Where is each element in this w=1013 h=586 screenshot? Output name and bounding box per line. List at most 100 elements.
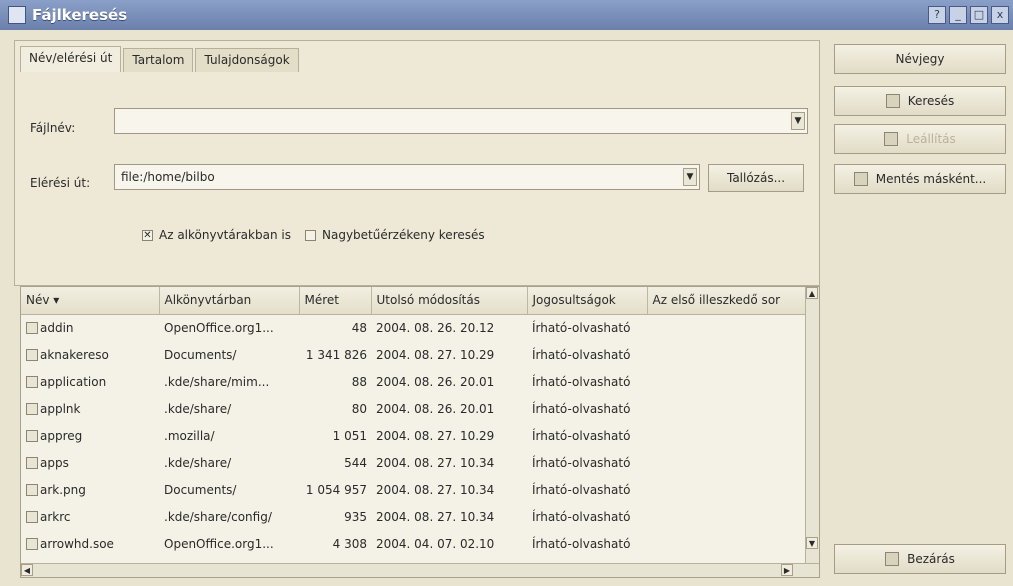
cell-name: application (21, 368, 159, 395)
cell-modified: 2004. 08. 26. 20.01 (376, 374, 495, 389)
cell-subdir: OpenOffice.org1... (164, 536, 274, 551)
tab-name-path[interactable]: Név/elérési út (20, 46, 122, 72)
table-row[interactable]: aknakereso Documents/1 341 826 2004. 08. 2… (21, 341, 807, 368)
cell-permissions: Írható-olvasható (532, 482, 631, 497)
close-icon (885, 552, 900, 566)
column-header-modified[interactable]: Utolsó módosítás (371, 287, 528, 315)
file-icon (26, 537, 38, 550)
file-icon (26, 429, 38, 442)
stop-button: Leállítás (834, 124, 1006, 154)
cell-name: arrowhd.soe (21, 530, 159, 557)
save-as-label: Mentés másként... (875, 172, 987, 186)
results-table[interactable]: Név ▾ Alkönyvtárban Méret Utolsó módosít… (20, 286, 820, 578)
sort-arrow-icon: ▾ (53, 293, 60, 308)
column-header-permissions[interactable]: Jogosultságok (527, 287, 648, 315)
filename-input[interactable]: ▼ (114, 108, 808, 134)
scroll-right-icon[interactable]: ▶ (781, 564, 793, 576)
search-button[interactable]: Keresés (834, 86, 1006, 116)
cell-size: 48 (351, 320, 367, 335)
browse-button[interactable]: Tallózás... (708, 164, 804, 192)
filename-label: Fájlnév: (30, 121, 76, 135)
subdirs-checkbox[interactable]: ✕ Az alkönyvtárakban is (142, 228, 291, 242)
file-icon (26, 483, 38, 496)
column-header-first-match[interactable]: Az első illeszkedő sor (647, 287, 808, 315)
file-icon (26, 321, 38, 334)
case-sensitive-checkbox[interactable]: Nagybetűérzékeny keresés (305, 228, 485, 242)
scroll-up-icon[interactable]: ▲ (806, 287, 818, 299)
cell-subdir: .kde/share/ (164, 455, 232, 470)
path-label: Elérési út: (30, 176, 91, 190)
table-row[interactable]: ark.png Documents/1 054 957 2004. 08. 27. … (21, 476, 807, 503)
chevron-down-icon[interactable]: ▼ (791, 112, 805, 130)
cell-permissions: Írható-olvasható (532, 428, 631, 443)
app-icon (8, 6, 26, 24)
close-label: Bezárás (907, 552, 955, 566)
cell-permissions: Írható-olvasható (532, 347, 631, 362)
cell-modified: 2004. 08. 27. 10.29 (376, 428, 495, 443)
cell-subdir: .kde/share/config/ (164, 509, 272, 524)
cell-modified: 2004. 08. 26. 20.01 (376, 401, 495, 416)
cell-size: 1 054 957 (305, 482, 367, 497)
cell-size: 544 (344, 455, 367, 470)
table-row[interactable]: arkrc .kde/share/config/935 2004. 08. 27. … (21, 503, 807, 530)
about-button[interactable]: Névjegy (834, 44, 1006, 74)
save-icon (853, 172, 868, 186)
path-input[interactable]: file:/home/bilbo ▼ (114, 164, 700, 190)
maximize-button[interactable]: □ (970, 6, 988, 24)
table-row[interactable]: apps .kde/share/544 2004. 08. 27. 10.34 Írh… (21, 449, 807, 476)
cell-modified: 2004. 08. 27. 10.34 (376, 509, 495, 524)
save-as-button[interactable]: Mentés másként... (834, 164, 1006, 194)
cell-name: aknakereso (21, 341, 159, 368)
table-row[interactable]: application .kde/share/mim... 88 2004. 08. … (21, 368, 807, 395)
search-label: Keresés (907, 94, 955, 108)
column-header-name[interactable]: Név ▾ (21, 287, 160, 315)
cell-modified: 2004. 04. 07. 02.10 (376, 536, 495, 551)
horizontal-scrollbar[interactable]: ◀ ▶ (21, 563, 819, 577)
cell-subdir: .kde/share/mim... (164, 374, 270, 389)
help-button[interactable]: ? (928, 6, 946, 24)
tab-bar: Név/elérési út Tartalom Tulajdonságok (20, 46, 301, 72)
cell-name: appreg (21, 422, 159, 449)
cell-modified: 2004. 08. 26. 20.12 (376, 320, 495, 335)
cell-name: ark.png (21, 476, 159, 503)
table-row[interactable]: appreg .mozilla/1 051 2004. 08. 27. 10.29 Í… (21, 422, 807, 449)
title-bar: Fájlkeresés ? _ □ x (0, 0, 1013, 30)
cell-name: apps (21, 449, 159, 476)
minimize-button[interactable]: _ (949, 6, 967, 24)
tab-properties[interactable]: Tulajdonságok (195, 48, 299, 72)
stop-icon (884, 132, 899, 146)
cell-first-match (647, 395, 807, 422)
cell-permissions: Írható-olvasható (532, 320, 631, 335)
file-icon (26, 402, 38, 415)
column-header-subdir[interactable]: Alkönyvtárban (159, 287, 300, 315)
cell-first-match (647, 476, 807, 503)
close-button[interactable]: Bezárás (834, 544, 1006, 574)
cell-permissions: Írható-olvasható (532, 401, 631, 416)
cell-first-match (647, 449, 807, 476)
search-icon (885, 94, 900, 108)
vertical-scrollbar[interactable]: ▲ ▼ (805, 287, 819, 577)
tab-content[interactable]: Tartalom (123, 48, 194, 72)
cell-size: 88 (351, 374, 367, 389)
scroll-left-icon[interactable]: ◀ (21, 564, 33, 576)
cell-first-match (647, 503, 807, 530)
cell-size: 4 308 (332, 536, 367, 551)
close-window-button[interactable]: x (991, 6, 1009, 24)
cell-permissions: Írható-olvasható (532, 374, 631, 389)
file-icon (26, 348, 38, 361)
cell-subdir: .mozilla/ (164, 428, 215, 443)
checkmark-icon: ✕ (142, 229, 153, 241)
column-header-size[interactable]: Méret (299, 287, 372, 315)
cell-subdir: OpenOffice.org1... (164, 320, 274, 335)
table-row[interactable]: arrowhd.soe OpenOffice.org1... 4 308 2004. … (21, 530, 807, 557)
cell-first-match (647, 314, 807, 341)
path-value: file:/home/bilbo (121, 170, 215, 184)
cell-modified: 2004. 08. 27. 10.29 (376, 347, 495, 362)
table-row[interactable]: addin OpenOffice.org1... 48 2004. 08. 26. 2… (21, 314, 807, 341)
checkbox-icon (305, 229, 316, 241)
scroll-down-icon[interactable]: ▼ (806, 537, 818, 549)
subdirs-label: Az alkönyvtárakban is (159, 228, 291, 242)
table-row[interactable]: applnk .kde/share/80 2004. 08. 26. 20.01 Ír… (21, 395, 807, 422)
cell-permissions: Írható-olvasható (532, 455, 631, 470)
chevron-down-icon[interactable]: ▼ (683, 168, 697, 186)
